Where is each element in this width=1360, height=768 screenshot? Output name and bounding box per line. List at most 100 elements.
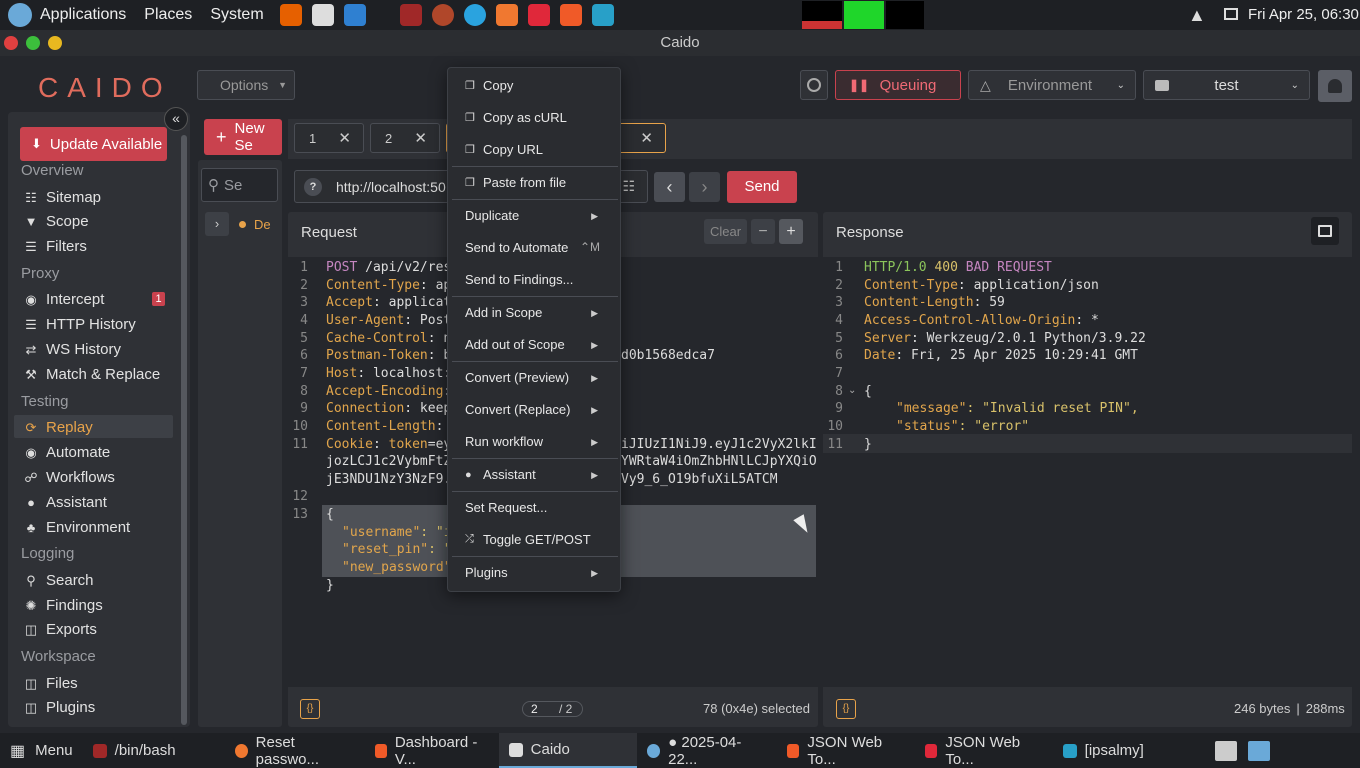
os-logo-icon[interactable] [8,3,32,27]
shuffle-icon: ⤮ [465,533,474,545]
menu-item-add-in-scope[interactable]: Add in Scope [465,305,542,320]
sidebar-item-exports[interactable]: ◫ Exports [24,621,97,638]
maximize-window-button[interactable] [26,36,40,50]
history-forward-button[interactable]: › [689,172,720,202]
menu-item-duplicate[interactable]: Duplicate [465,208,519,223]
sidebar-item-replay[interactable]: ⟳ Replay [24,419,93,436]
menu-item-convert-replace[interactable]: Convert (Replace) [465,402,571,417]
request-format-button[interactable]: {} [300,699,320,719]
menu-item-send-to-findings[interactable]: Send to Findings... [465,272,573,287]
close-icon[interactable]: ✕ [640,129,653,147]
taskbar-label: Menu [35,742,73,759]
menu-item-copy[interactable]: ❐ Copy [465,78,513,93]
close-icon[interactable]: ✕ [414,129,427,147]
clock[interactable]: Fri Apr 25, 06:30 [1248,6,1359,23]
sidebar-item-files[interactable]: ◫ Files [24,675,78,692]
taskbar-menu[interactable]: ▦ Menu [0,733,83,768]
taskbar-item-jwt-2[interactable]: JSON Web To... [915,733,1053,768]
image-preview-button[interactable] [1311,217,1339,245]
taskbar-item-caido[interactable]: Caido [498,733,637,768]
update-available-button[interactable]: ⬇ Update Available [20,127,167,161]
taskbar-item-reset-password[interactable]: Reset passwo... [225,733,365,768]
help-icon[interactable]: ? [304,177,322,196]
image-icon [1318,225,1332,237]
sidebar-item-findings[interactable]: ✺ Findings [24,597,103,614]
taskbar-item-bash[interactable]: /bin/bash [83,733,225,768]
history-back-button[interactable]: ‹ [654,172,685,202]
sidebar-item-http-history[interactable]: ☰ HTTP History [24,316,136,333]
account-button[interactable] [1318,70,1352,102]
new-session-button[interactable]: + New Se [204,119,282,155]
response-format-button[interactable]: {} [836,699,856,719]
text-editor-icon[interactable] [311,4,334,26]
tab-1[interactable]: 1 ✕ [294,123,364,153]
sidebar-item-assistant[interactable]: ● Assistant [24,494,107,511]
menu-item-toggle-get-post[interactable]: ⤮ Toggle GET/POST [465,532,591,547]
vivaldi-icon[interactable] [527,4,550,26]
menu-item-paste-from-file[interactable]: ❐ Paste from file [465,175,566,190]
collapse-sidebar-button[interactable]: « [164,107,188,131]
selection-page-input[interactable]: 2 [531,702,559,716]
applications-menu[interactable]: Applications [40,6,126,24]
minimize-window-button[interactable] [48,36,62,50]
close-window-button[interactable] [4,36,18,50]
firefox-icon[interactable] [279,4,302,26]
sidebar-scrollbar[interactable] [181,135,187,725]
sidebar-item-filters[interactable]: ☰ Filters [24,238,87,255]
workspace-switcher-icon[interactable] [1215,741,1237,761]
menu-item-set-request[interactable]: Set Request... [465,500,547,515]
sidebar-item-environment[interactable]: ♣ Environment [24,519,130,536]
files-icon[interactable] [591,4,614,26]
selection-pager[interactable]: 2/ 2 [522,701,583,717]
telegram-icon[interactable] [463,4,486,26]
close-icon[interactable]: ✕ [338,129,351,147]
session-tree-item[interactable]: › De [205,211,277,237]
sidebar-item-automate[interactable]: ◉ Automate [24,444,110,461]
menu-item-copy-url[interactable]: ❐ Copy URL [465,142,543,157]
taskbar-item-files[interactable]: [ipsalmy] [1053,733,1179,768]
sidebar-item-intercept[interactable]: ◉ Intercept [24,291,104,308]
zoom-in-button[interactable]: + [779,219,803,244]
show-desktop-icon[interactable] [1248,741,1270,761]
sidebar-item-workflows[interactable]: ☍ Workflows [24,469,115,486]
menu-item-convert-preview[interactable]: Convert (Preview) [465,370,569,385]
tab-2[interactable]: 2 ✕ [370,123,440,153]
menu-item-copy-curl[interactable]: ❐ Copy as cURL [465,110,567,125]
network-icon[interactable]: ☷ [622,178,635,195]
send-button[interactable]: Send [727,171,797,203]
menu-item-add-out-of-scope[interactable]: Add out of Scope [465,337,565,352]
sidebar-item-scope[interactable]: ▼ Scope [24,213,89,230]
sidebar-item-match-replace[interactable]: ⚒ Match & Replace [24,366,160,383]
browser-button[interactable] [800,70,828,100]
menu-item-plugins[interactable]: Plugins [465,565,508,580]
brave-icon[interactable] [559,4,582,26]
session-search-input[interactable]: ⚲ Se [201,168,278,202]
burp-icon[interactable] [495,4,518,26]
options-dropdown[interactable]: Options ▼ [197,70,295,100]
sidebar-item-plugins[interactable]: ◫ Plugins [24,699,95,716]
sidebar-item-search[interactable]: ⚲ Search [24,572,93,589]
queuing-button[interactable]: ❚❚ Queuing [835,70,961,100]
fold-chevron-icon[interactable]: ⌄ [848,385,856,396]
volume-icon[interactable]: ▲ [1188,5,1206,26]
menu-item-label: Set Request... [465,500,548,515]
vscode-icon[interactable] [343,4,366,26]
places-menu[interactable]: Places [144,6,192,24]
sidebar-item-sitemap[interactable]: ☷ Sitemap [24,189,101,206]
clear-button[interactable]: Clear [704,219,747,244]
taskbar-item-jwt-1[interactable]: JSON Web To... [777,733,915,768]
taskbar-item-log[interactable]: ● 2025-04-22... [637,733,777,768]
terminal-icon[interactable] [399,4,422,26]
project-select[interactable]: test ⌄ [1143,70,1310,100]
app-icon[interactable] [431,4,454,26]
chevron-right-icon[interactable]: › [205,212,229,236]
display-icon[interactable] [1224,8,1238,20]
taskbar-item-dashboard[interactable]: Dashboard - V... [365,733,499,768]
zoom-out-button[interactable]: − [751,219,775,244]
menu-item-assistant[interactable]: ● Assistant [465,467,536,482]
sidebar-item-ws-history[interactable]: ⇄ WS History [24,341,121,358]
system-menu[interactable]: System [210,6,263,24]
menu-item-run-workflow[interactable]: Run workflow [465,434,543,449]
environment-select[interactable]: △ Environment ⌄ [968,70,1136,100]
menu-item-send-to-automate[interactable]: Send to Automate [465,240,568,255]
